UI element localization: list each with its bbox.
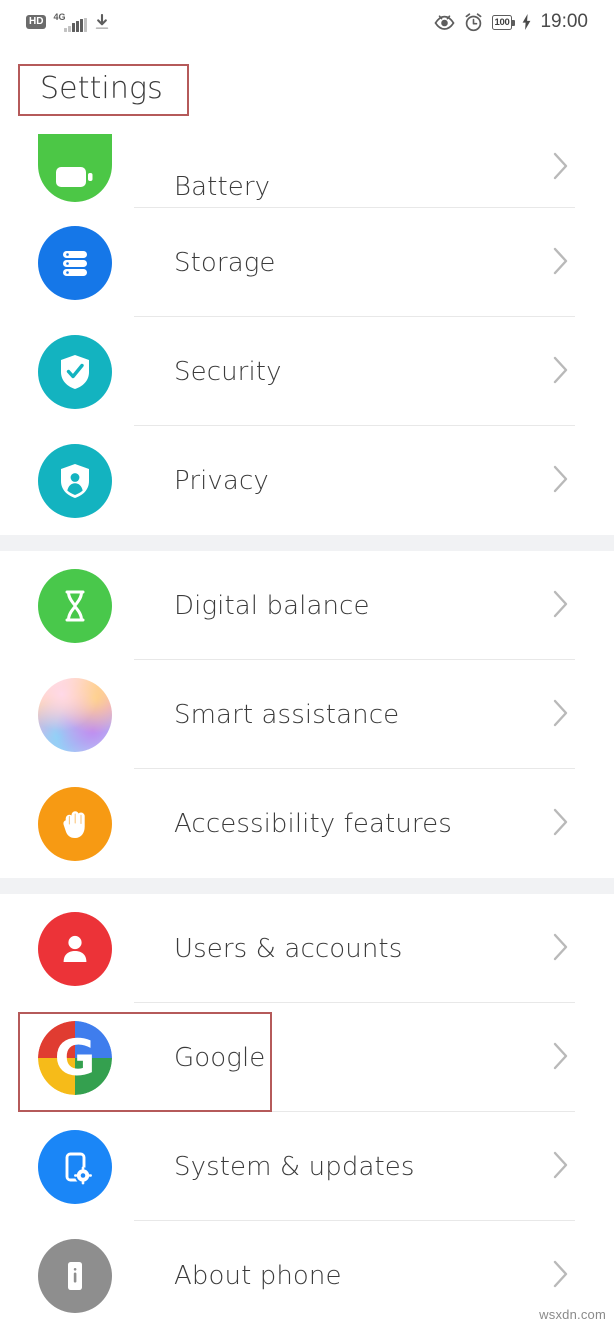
person-icon bbox=[38, 911, 112, 986]
chevron-right-icon bbox=[552, 698, 570, 732]
chevron-right-icon bbox=[552, 1259, 570, 1293]
title-annotation-box: Settings bbox=[18, 64, 189, 116]
chevron-right-icon bbox=[552, 151, 570, 185]
charging-bolt-icon bbox=[522, 14, 531, 30]
settings-row-label: About phone bbox=[174, 1260, 342, 1291]
settings-row-label: System & updates bbox=[174, 1151, 415, 1182]
settings-row-battery[interactable]: Battery bbox=[0, 128, 614, 208]
google-g-icon: G bbox=[38, 1020, 112, 1095]
page-title-container: Settings bbox=[18, 64, 189, 116]
chevron-right-icon bbox=[552, 355, 570, 389]
hand-icon bbox=[38, 786, 112, 861]
settings-section: Digital balance Smart assistance Accessi… bbox=[0, 551, 614, 878]
settings-row-label: Security bbox=[174, 356, 282, 387]
settings-row-google[interactable]: G Google bbox=[0, 1003, 614, 1112]
hd-icon: HD bbox=[26, 15, 47, 29]
network-type-label: 4G bbox=[53, 12, 66, 22]
settings-row-label: Storage bbox=[174, 247, 276, 278]
settings-row-about-phone[interactable]: About phone bbox=[0, 1221, 614, 1330]
clock-label: 19:00 bbox=[540, 11, 588, 32]
settings-section: Battery Storage Security Privacy bbox=[0, 128, 614, 535]
settings-section: Users & accounts G Google System & updat… bbox=[0, 894, 614, 1330]
settings-row-storage[interactable]: Storage bbox=[0, 208, 614, 317]
settings-row-label: Accessibility features bbox=[174, 808, 452, 839]
settings-row-security[interactable]: Security bbox=[0, 317, 614, 426]
settings-row-label: Users & accounts bbox=[174, 933, 403, 964]
battery-icon bbox=[38, 134, 112, 202]
signal-bars-icon bbox=[64, 18, 87, 32]
chevron-right-icon bbox=[552, 932, 570, 966]
settings-screen: HD 4G 100 19:00 Settings Battery Storage… bbox=[0, 0, 614, 1330]
settings-row-label: Battery bbox=[174, 172, 271, 202]
status-bar-right: 100 19:00 bbox=[433, 11, 588, 33]
settings-list: Battery Storage Security Privacy Digital… bbox=[0, 128, 614, 1330]
status-bar: HD 4G 100 19:00 bbox=[0, 0, 614, 44]
hourglass-icon bbox=[38, 568, 112, 643]
signal-strength-icon: 4G bbox=[53, 12, 87, 32]
status-bar-left: HD 4G bbox=[26, 12, 110, 32]
phone-gear-icon bbox=[38, 1129, 112, 1204]
settings-row-label: Google bbox=[174, 1042, 266, 1073]
section-gap bbox=[0, 878, 614, 894]
shield-person-icon bbox=[38, 443, 112, 518]
chevron-right-icon bbox=[552, 589, 570, 623]
sphere-icon bbox=[38, 677, 112, 752]
chevron-right-icon bbox=[552, 464, 570, 498]
battery-status-icon: 100 bbox=[491, 14, 515, 30]
eye-icon bbox=[433, 14, 455, 30]
settings-row-smart-assistance[interactable]: Smart assistance bbox=[0, 660, 614, 769]
settings-row-label: Digital balance bbox=[174, 590, 370, 621]
settings-row-label: Privacy bbox=[174, 465, 269, 496]
watermark: wsxdn.com bbox=[539, 1307, 606, 1322]
chevron-right-icon bbox=[552, 1041, 570, 1075]
settings-row-digital-balance[interactable]: Digital balance bbox=[0, 551, 614, 660]
chevron-right-icon bbox=[552, 246, 570, 280]
download-icon bbox=[94, 13, 110, 31]
settings-row-label: Smart assistance bbox=[174, 699, 400, 730]
chevron-right-icon bbox=[552, 1150, 570, 1184]
settings-row-accessibility[interactable]: Accessibility features bbox=[0, 769, 614, 878]
google-letter: G bbox=[54, 1028, 96, 1087]
alarm-clock-icon bbox=[464, 12, 483, 32]
phone-info-icon bbox=[38, 1238, 112, 1313]
page-title: Settings bbox=[40, 71, 163, 106]
settings-row-system-updates[interactable]: System & updates bbox=[0, 1112, 614, 1221]
settings-row-users-accounts[interactable]: Users & accounts bbox=[0, 894, 614, 1003]
chevron-right-icon bbox=[552, 807, 570, 841]
settings-row-privacy[interactable]: Privacy bbox=[0, 426, 614, 535]
shield-check-icon bbox=[38, 334, 112, 409]
section-gap bbox=[0, 535, 614, 551]
storage-icon bbox=[38, 225, 112, 300]
battery-level-label: 100 bbox=[494, 16, 510, 28]
